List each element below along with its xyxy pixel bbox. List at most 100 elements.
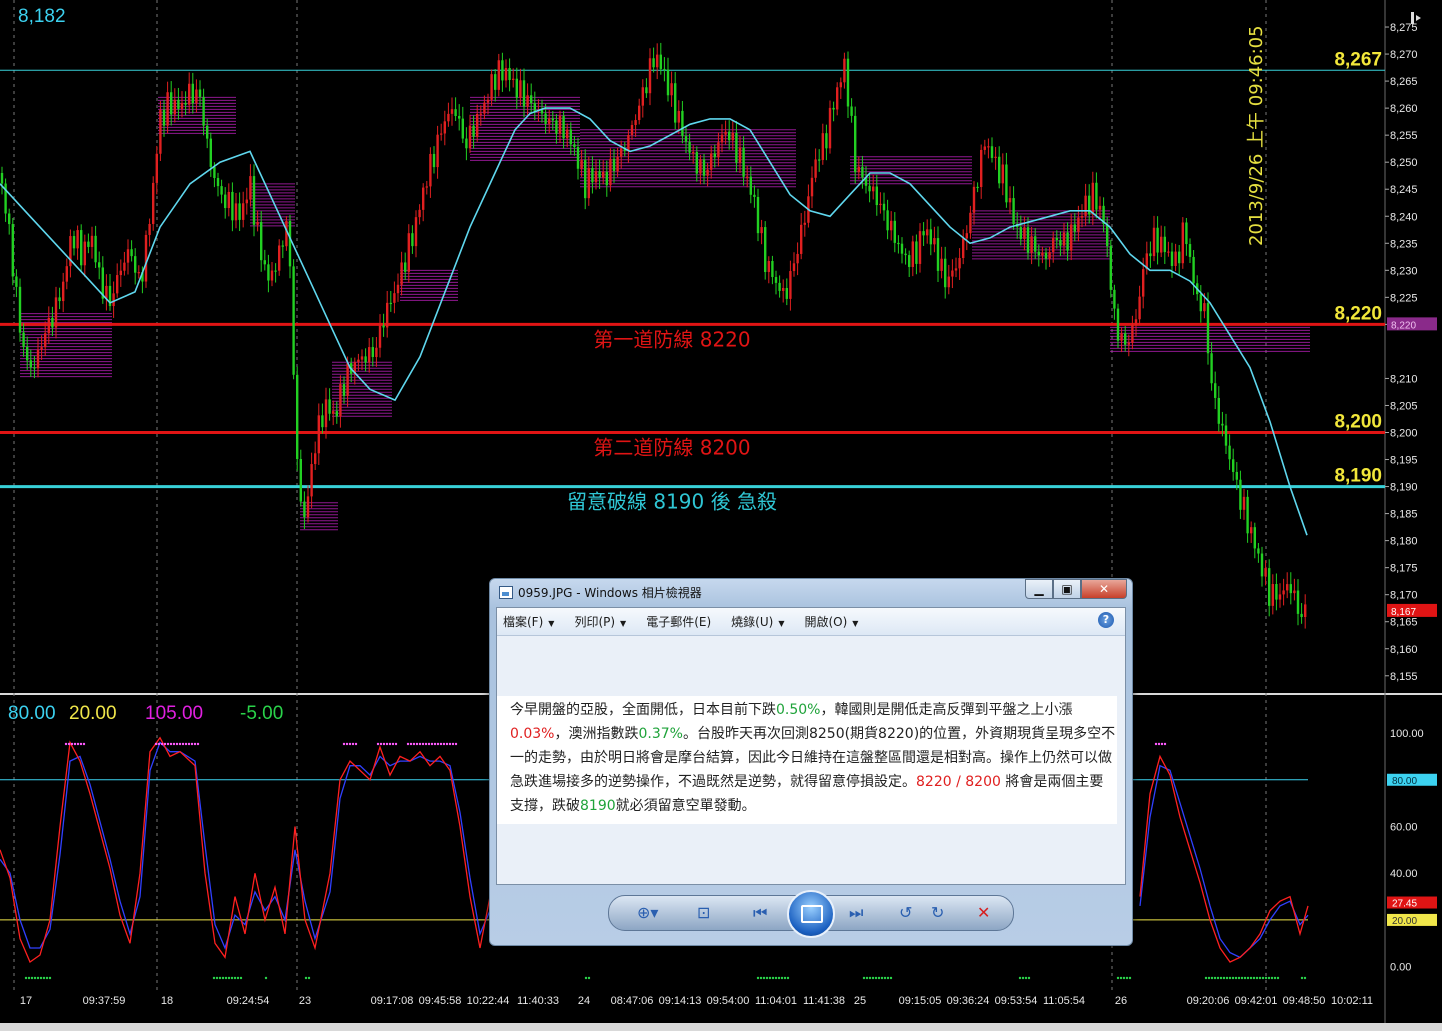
current-price-tag: 8,167 <box>1391 607 1416 618</box>
candle-body <box>569 129 572 145</box>
candle-body <box>378 325 382 348</box>
candle-body <box>148 223 151 235</box>
price-tick-label: 8,265 <box>1390 76 1418 88</box>
support-2: 8200 <box>965 774 1001 790</box>
oversold-dot <box>24 976 28 980</box>
rotate-left-icon[interactable]: ↺ <box>899 903 912 922</box>
menu-file-label: 檔案(F) <box>503 615 544 629</box>
overbought-dot <box>181 742 185 746</box>
oversold-dot <box>862 976 866 980</box>
candle-body <box>357 359 360 363</box>
overbought-dot <box>163 742 167 746</box>
candle-body <box>1174 251 1177 266</box>
candle-body <box>472 125 475 137</box>
oversold-dot <box>1228 976 1232 980</box>
overbought-dot <box>82 742 86 746</box>
help-icon[interactable]: ? <box>1098 612 1114 628</box>
candle-body <box>746 176 749 178</box>
next-icon[interactable]: ⏭ <box>849 903 863 923</box>
osc-param: 105.00 <box>145 703 203 724</box>
overbought-dot <box>439 742 443 746</box>
candle-body <box>648 58 652 94</box>
time-tick-label: 09:20:06 <box>1187 995 1230 1007</box>
slideshow-button[interactable] <box>787 890 835 938</box>
candle-body <box>584 160 587 199</box>
candle-body <box>1023 227 1026 239</box>
candle-body <box>371 347 374 358</box>
time-tick-label: 09:54:00 <box>707 995 750 1007</box>
oversold-dot <box>1234 976 1238 980</box>
candle-body <box>1282 590 1285 595</box>
candle-body <box>1257 548 1260 554</box>
candle-body <box>159 109 162 154</box>
candle-body <box>400 262 403 285</box>
candle-body <box>641 87 644 106</box>
candle-body <box>688 141 691 153</box>
menu-file[interactable]: 檔案(F) ▼ <box>503 613 554 630</box>
candle-body <box>879 203 882 206</box>
zoom-icon[interactable]: ⊕▾ <box>637 903 658 922</box>
time-tick-label: 08:47:06 <box>611 995 654 1007</box>
oversold-dot <box>865 976 869 980</box>
oversold-dot <box>1237 976 1241 980</box>
oversold-dot <box>33 976 37 980</box>
menu-print[interactable]: 列印(P) ▼ <box>574 613 626 630</box>
window-title: 0959.JPG - Windows 相片檢視器 <box>518 586 702 600</box>
candle-body <box>782 287 785 291</box>
actual-size-icon[interactable]: ⊡ <box>697 903 710 922</box>
oversold-dot <box>1204 976 1208 980</box>
candle-body <box>839 82 842 88</box>
candle-body <box>65 266 68 282</box>
candle-body <box>220 186 223 195</box>
price-tick-label: 8,190 <box>1390 482 1418 494</box>
menu-open[interactable]: 開啟(O) ▼ <box>804 613 858 630</box>
candle-body <box>422 187 425 210</box>
photo-viewer-window[interactable]: 0959.JPG - Windows 相片檢視器 ▁ ▣ ✕ 檔案(F) ▼ 列印… <box>489 578 1133 946</box>
image-display: 今早開盤的亞股，全面開低，日本目前下跌0.50%，韓國則是開低走高反彈到平盤之上… <box>497 636 1125 884</box>
oversold-dot <box>759 976 763 980</box>
candle-body <box>738 147 742 163</box>
candle-body <box>890 220 893 231</box>
candle-body <box>231 191 234 221</box>
candle-body <box>1188 244 1192 257</box>
time-tick-label: 09:15:05 <box>899 995 942 1007</box>
menu-burn[interactable]: 燒錄(U) ▼ <box>731 613 784 630</box>
oversold-dot <box>1261 976 1265 980</box>
candle-body <box>1026 227 1030 253</box>
candle-body <box>1019 227 1022 239</box>
overbought-dot <box>178 742 182 746</box>
previous-icon[interactable]: ⏮ <box>753 903 767 923</box>
menu-email[interactable]: 電子郵件(E) <box>646 613 711 630</box>
candle-body <box>62 281 65 302</box>
candle-body <box>494 74 497 90</box>
close-button[interactable]: ✕ <box>1081 579 1127 599</box>
article-segment: / <box>951 774 966 790</box>
price-tick-label: 8,270 <box>1390 49 1418 61</box>
candle-body <box>144 234 148 282</box>
candle-body <box>818 159 821 161</box>
title-bar[interactable]: 0959.JPG - Windows 相片檢視器 ▁ ▣ ✕ <box>490 579 1132 605</box>
candle-body <box>929 229 932 245</box>
maximize-button[interactable]: ▣ <box>1053 579 1081 599</box>
candle-body <box>868 185 871 192</box>
time-tick-label: 09:53:54 <box>995 995 1038 1007</box>
candle-body <box>785 287 788 299</box>
oversold-dot <box>212 976 216 980</box>
slideshow-icon <box>801 905 823 923</box>
delete-icon[interactable]: ✕ <box>977 903 990 922</box>
candle-body <box>1275 584 1278 600</box>
menu-print-label: 列印(P) <box>574 615 616 629</box>
rotate-right-icon[interactable]: ↻ <box>931 903 944 922</box>
candle-body <box>832 107 835 110</box>
chevron-down-icon: ▼ <box>548 619 555 628</box>
candle-body <box>587 167 590 199</box>
oversold-dot <box>880 976 884 980</box>
level-annotation: 第二道防線 8200 <box>593 436 750 460</box>
minimize-button[interactable]: ▁ <box>1025 579 1053 599</box>
oversold-dot <box>871 976 875 980</box>
candle-body <box>1109 246 1112 290</box>
menu-bar: 檔案(F) ▼ 列印(P) ▼ 電子郵件(E) 燒錄(U) ▼ 開啟(O) ▼ ? <box>497 608 1125 636</box>
candle-body <box>893 220 896 243</box>
candle-body <box>364 356 367 363</box>
candle-body <box>465 138 468 149</box>
